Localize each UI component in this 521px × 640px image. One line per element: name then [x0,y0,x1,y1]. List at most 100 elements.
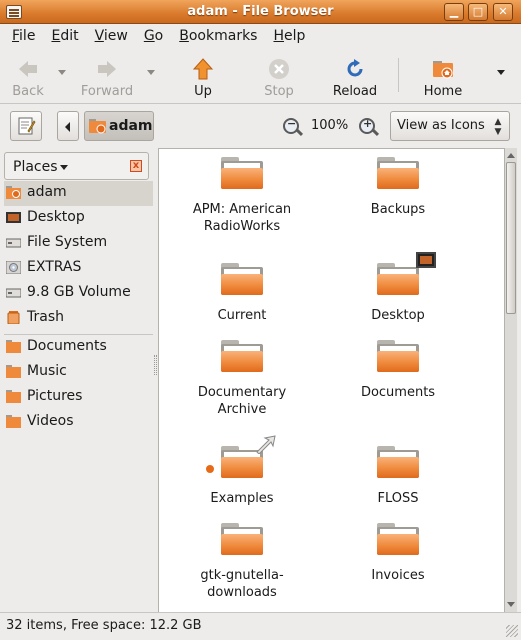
title-bar[interactable]: adam - File Browser ▁ □ ✕ [0,0,521,24]
stop-button[interactable]: Stop [258,52,300,102]
icon-view[interactable]: APM: American RadioWorks Backups Current … [158,148,504,612]
sidebar-item-trash[interactable]: Trash [4,306,153,331]
sidebar-item-label: File System [27,234,108,250]
folder-icon [221,263,263,295]
forward-button[interactable]: Forward [78,52,136,102]
forward-history-dropdown[interactable] [147,70,155,75]
file-item[interactable]: FLOSS [323,438,473,508]
sidebar-item-file-system[interactable]: File System [4,231,153,256]
edit-pencil-icon [18,117,36,135]
back-label: Back [12,84,44,99]
reload-button[interactable]: Reload [328,52,382,102]
breadcrumb-home[interactable]: adam [84,111,154,141]
file-label: Documents [360,385,436,400]
back-history-dropdown[interactable] [58,70,66,75]
scroll-up-arrow-icon[interactable] [507,153,515,158]
sidebar-item-desktop[interactable]: Desktop [4,206,153,231]
folder-icon [377,157,419,189]
reload-icon [347,59,363,77]
sidebar-item-label: EXTRAS [27,259,82,275]
folder-icon [221,157,263,189]
file-label: Desktop [371,308,425,323]
resize-grip-icon[interactable] [506,625,518,637]
sidebar-item-adam[interactable]: adam [4,181,153,206]
scrollbar-thumb[interactable] [506,162,516,314]
toggle-location-entry-button[interactable] [10,111,42,141]
menu-go[interactable]: Go [136,28,171,44]
file-label: APM: American RadioWorks [192,202,292,234]
zoom-out-button[interactable]: − [283,117,299,134]
zoom-out-icon: − [287,117,297,130]
file-item[interactable]: Desktop [323,252,473,325]
drive-icon [6,238,21,248]
folder-icon [377,523,419,555]
menu-bar: File Edit View Go Bookmarks Help [0,24,521,48]
toolbar-separator [398,58,399,92]
file-item[interactable]: Current [167,255,317,325]
folder-icon [6,415,21,428]
menu-file[interactable]: File [4,28,43,44]
view-mode-select[interactable]: View as Icons ▲▼ [390,111,510,141]
forward-arrow-icon [98,61,116,77]
up-button[interactable]: Up [183,52,223,102]
file-item[interactable]: APM: American RadioWorks [167,149,317,239]
path-scroll-left-button[interactable] [57,111,79,141]
sidebar-item-documents[interactable]: Documents [4,335,153,360]
home-label: Home [423,84,463,99]
sidebar-item-label: 9.8 GB Volume [27,284,131,300]
close-window-button[interactable]: ✕ [493,3,513,21]
home-button[interactable]: Home [418,52,468,102]
menu-view[interactable]: View [87,28,136,44]
zoom-in-icon: + [363,117,373,130]
pane-resize-handle[interactable] [154,355,157,375]
cdrom-icon [6,261,21,274]
sidebar-item-label: Trash [27,309,64,325]
zoom-level[interactable]: 100% [311,118,348,133]
file-item[interactable]: Documents [323,332,473,402]
sidebar-item-label: Documents [27,338,107,354]
updown-arrows-icon: ▲▼ [493,117,503,137]
sidebar-item-label: Videos [27,413,74,429]
maximize-button[interactable]: □ [468,3,488,21]
file-item[interactable]: Backups [323,149,473,239]
sidebar-item-extras[interactable]: EXTRAS [4,256,153,281]
file-item[interactable]: gtk-gnutella-downloads [167,515,317,605]
menu-bookmarks[interactable]: Bookmarks [171,28,265,44]
sidebar-item-music[interactable]: Music [4,360,153,385]
menu-help[interactable]: Help [265,28,313,44]
file-item[interactable]: Invoices [323,515,473,585]
menu-edit[interactable]: Edit [43,28,86,44]
file-label: Backups [370,202,426,217]
sidebar-item-pictures[interactable]: Pictures [4,385,153,410]
file-label: gtk-gnutella-downloads [200,568,284,600]
file-label: Examples [210,491,274,506]
folder-icon [6,365,21,378]
sidebar-item-videos[interactable]: Videos [4,410,153,435]
file-label: Documentary Archive [197,385,287,417]
zoom-in-button[interactable]: + [359,117,375,134]
sidebar-type-label: Places [13,159,58,175]
up-label: Up [194,84,212,99]
vertical-scrollbar[interactable] [504,148,517,612]
sidebar-type-selector[interactable]: Places x [4,152,149,180]
location-bar: adam − 100% + View as Icons ▲▼ [0,105,521,147]
chevron-down-icon[interactable] [497,70,505,75]
file-item[interactable]: Documentary Archive [167,332,317,422]
file-label: Current [217,308,267,323]
status-text: 32 items, Free space: 12.2 GB [6,618,202,633]
stop-icon [269,59,289,79]
folder-icon [377,446,419,478]
desktop-icon [6,212,21,223]
scroll-down-arrow-icon[interactable] [507,602,515,607]
sidebar-item-label: Pictures [27,388,83,404]
folder-icon [6,340,21,353]
minimize-button[interactable]: ▁ [444,3,464,21]
sidebar: Places x adam Desktop File System EXTRAS… [0,148,153,612]
folder-icon [6,390,21,403]
sidebar-item-volume[interactable]: 9.8 GB Volume [4,281,153,306]
back-button[interactable]: Back [8,52,48,102]
file-label: FLOSS [377,491,419,506]
close-sidebar-button[interactable]: x [130,160,142,172]
file-item[interactable]: Examples [167,435,317,508]
folder-icon [377,340,419,372]
